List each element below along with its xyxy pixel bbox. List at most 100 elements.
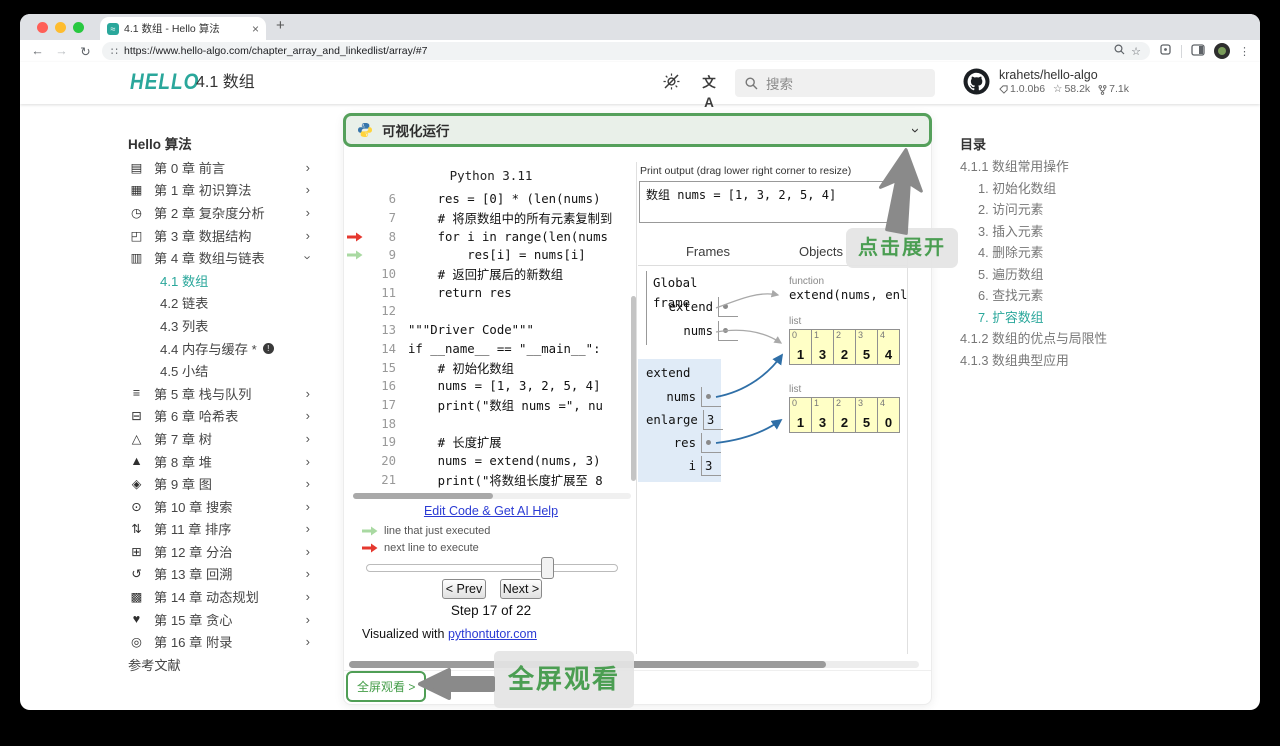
toc-item[interactable]: 4.1.1 数组常用操作: [960, 156, 1175, 178]
array-table-icon: ▥: [130, 251, 143, 266]
frame-title: extend: [646, 366, 691, 380]
chevron-right-icon[interactable]: ›: [306, 634, 310, 649]
chevron-right-icon[interactable]: ›: [306, 566, 310, 581]
extensions-icon[interactable]: [1159, 43, 1172, 59]
array-cell: 22: [833, 329, 856, 365]
back-icon[interactable]: ←: [30, 44, 45, 58]
sidebar-section[interactable]: 4.4 内存与缓存 *!: [128, 337, 328, 360]
chevron-down-icon[interactable]: ›: [907, 128, 924, 133]
print-output-box[interactable]: 数组 nums = [1, 3, 2, 5, 4]: [639, 181, 904, 223]
page-title: 4.1 数组: [196, 74, 255, 91]
chevron-right-icon[interactable]: ›: [306, 454, 310, 469]
toc-item[interactable]: 1. 初始化数组: [960, 178, 1175, 200]
step-slider[interactable]: [366, 564, 618, 572]
sidebar-section[interactable]: 4.3 列表: [128, 314, 328, 337]
variable-row: nums: [653, 317, 738, 341]
window-minimize-button[interactable]: [55, 22, 66, 33]
browser-tab[interactable]: ≈ 4.1 数组 - Hello 算法 ×: [100, 17, 266, 40]
github-repo-link[interactable]: krahets/hello-algo 1.0.0b6 ☆ 58.2k 7.1k: [963, 68, 1129, 96]
toc-item[interactable]: 2. 访问元素: [960, 199, 1175, 221]
toc-item[interactable]: 4.1.2 数组的优点与局限性: [960, 328, 1175, 350]
sidebar-section[interactable]: 4.2 链表: [128, 292, 328, 315]
side-panel-icon[interactable]: [1191, 43, 1205, 59]
step-slider-thumb[interactable]: [541, 557, 554, 579]
prev-step-button[interactable]: < Prev: [442, 579, 486, 599]
edit-code-link[interactable]: Edit Code & Get AI Help: [371, 504, 611, 518]
fullscreen-link[interactable]: 全屏观看 >: [346, 671, 427, 702]
sidebar-chapter[interactable]: ⊟ 第 6 章 哈希表 ›: [128, 405, 310, 428]
chevron-right-icon[interactable]: ›: [306, 612, 310, 627]
pythontutor-link[interactable]: pythontutor.com: [448, 627, 537, 641]
zoom-level-icon[interactable]: [1114, 44, 1125, 58]
sidebar-chapter[interactable]: ▩ 第 14 章 动态规划 ›: [128, 585, 310, 608]
profile-avatar[interactable]: [1214, 43, 1230, 59]
toc-item[interactable]: 4.1.3 数组典型应用: [960, 350, 1175, 372]
chevron-right-icon[interactable]: ›: [306, 521, 310, 536]
legend-row: line that just executed: [362, 522, 490, 539]
frames-header: Frames: [685, 244, 731, 259]
code-line: 20 nums = extend(nums, 3): [381, 453, 601, 468]
window-close-button[interactable]: [37, 22, 48, 33]
sidebar-chapter[interactable]: ⇅ 第 11 章 排序 ›: [128, 518, 310, 541]
sidebar-chapter[interactable]: ↺ 第 13 章 回溯 ›: [128, 563, 310, 586]
toc-item[interactable]: 4. 删除元素: [960, 242, 1175, 264]
sidebar-chapter[interactable]: ▤ 第 0 章 前言 ›: [128, 156, 310, 179]
language-switch-icon[interactable]: 文A: [698, 73, 720, 110]
site-info-icon[interactable]: ∷: [111, 45, 118, 58]
repo-forks: 7.1k: [1098, 83, 1129, 96]
chevron-right-icon[interactable]: ›: [306, 205, 310, 220]
chevron-right-icon[interactable]: ›: [306, 589, 310, 604]
chevron-right-icon[interactable]: ›: [306, 386, 310, 401]
toc-item[interactable]: 3. 插入元素: [960, 221, 1175, 243]
sidebar-chapter[interactable]: ≡ 第 5 章 栈与队列 ›: [128, 382, 310, 405]
address-bar[interactable]: ∷ https://www.hello-algo.com/chapter_arr…: [102, 42, 1150, 60]
chevron-right-icon[interactable]: ›: [306, 544, 310, 559]
chevron-right-icon[interactable]: ›: [306, 182, 310, 197]
theme-toggle-icon[interactable]: [660, 73, 682, 93]
chevron-right-icon[interactable]: ›: [306, 476, 310, 491]
next-step-button[interactable]: Next >: [500, 579, 542, 599]
function-object: function extend(nums, enlarg: [789, 275, 907, 303]
sidebar-chapter[interactable]: ⊙ 第 10 章 搜索 ›: [128, 495, 310, 518]
hello-algo-logo[interactable]: HELLO: [130, 68, 199, 98]
window-zoom-button[interactable]: [73, 22, 84, 33]
chevron-down-icon[interactable]: ›: [300, 256, 315, 260]
sidebar-chapter[interactable]: ⊞ 第 12 章 分治 ›: [128, 540, 310, 563]
sidebar-chapter[interactable]: ◎ 第 16 章 附录 ›: [128, 630, 310, 653]
greedy-icon: ♥: [132, 612, 141, 627]
tab-close-icon[interactable]: ×: [252, 22, 259, 36]
sidebar-chapter[interactable]: ◰ 第 3 章 数据结构 ›: [128, 224, 310, 247]
sidebar-chapter[interactable]: ▦ 第 1 章 初识算法 ›: [128, 179, 310, 202]
visual-run-header[interactable]: 可视化运行 ›: [343, 113, 932, 147]
chevron-right-icon[interactable]: ›: [306, 499, 310, 514]
reload-icon[interactable]: ↻: [78, 44, 93, 59]
sidebar-chapter[interactable]: ♥ 第 15 章 贪心 ›: [128, 608, 310, 631]
sidebar-chapter[interactable]: ▥ 第 4 章 数组与链表 ›: [128, 246, 316, 269]
sidebar-section[interactable]: 4.1 数组: [128, 269, 328, 292]
chevron-right-icon[interactable]: ›: [306, 431, 310, 446]
toc-item[interactable]: 7. 扩容数组: [960, 307, 1175, 329]
code-horizontal-scrollbar[interactable]: [353, 493, 631, 499]
chevron-right-icon[interactable]: ›: [306, 408, 310, 423]
toc-item[interactable]: 5. 遍历数组: [960, 264, 1175, 286]
bookmark-star-icon[interactable]: ☆: [1131, 45, 1141, 58]
forward-icon[interactable]: →: [54, 44, 69, 58]
sidebar-chapter[interactable]: ◈ 第 9 章 图 ›: [128, 472, 310, 495]
array-cell: 44: [877, 329, 900, 365]
search-input[interactable]: 搜索: [735, 69, 935, 97]
toc-item[interactable]: 6. 查找元素: [960, 285, 1175, 307]
executed-line-arrow-icon: [347, 250, 363, 260]
sidebar-chapter[interactable]: ▲ 第 8 章 堆 ›: [128, 450, 310, 473]
appendix-icon: ◎: [131, 635, 142, 650]
visualized-with: Visualized with pythontutor.com: [362, 627, 537, 641]
browser-menu-icon[interactable]: ⋮: [1239, 45, 1250, 58]
sidebar-section[interactable]: 4.5 小结: [128, 359, 328, 382]
chevron-right-icon[interactable]: ›: [306, 228, 310, 243]
sidebar-references[interactable]: 参考文献: [128, 653, 310, 676]
code-line: 16 nums = [1, 3, 2, 5, 4]: [381, 379, 601, 394]
array-cell: 13: [811, 397, 834, 433]
chevron-right-icon[interactable]: ›: [306, 160, 310, 175]
sidebar-chapter[interactable]: △ 第 7 章 树 ›: [128, 427, 310, 450]
sidebar-chapter[interactable]: ◷ 第 2 章 复杂度分析 ›: [128, 201, 310, 224]
new-tab-button[interactable]: +: [276, 17, 285, 34]
